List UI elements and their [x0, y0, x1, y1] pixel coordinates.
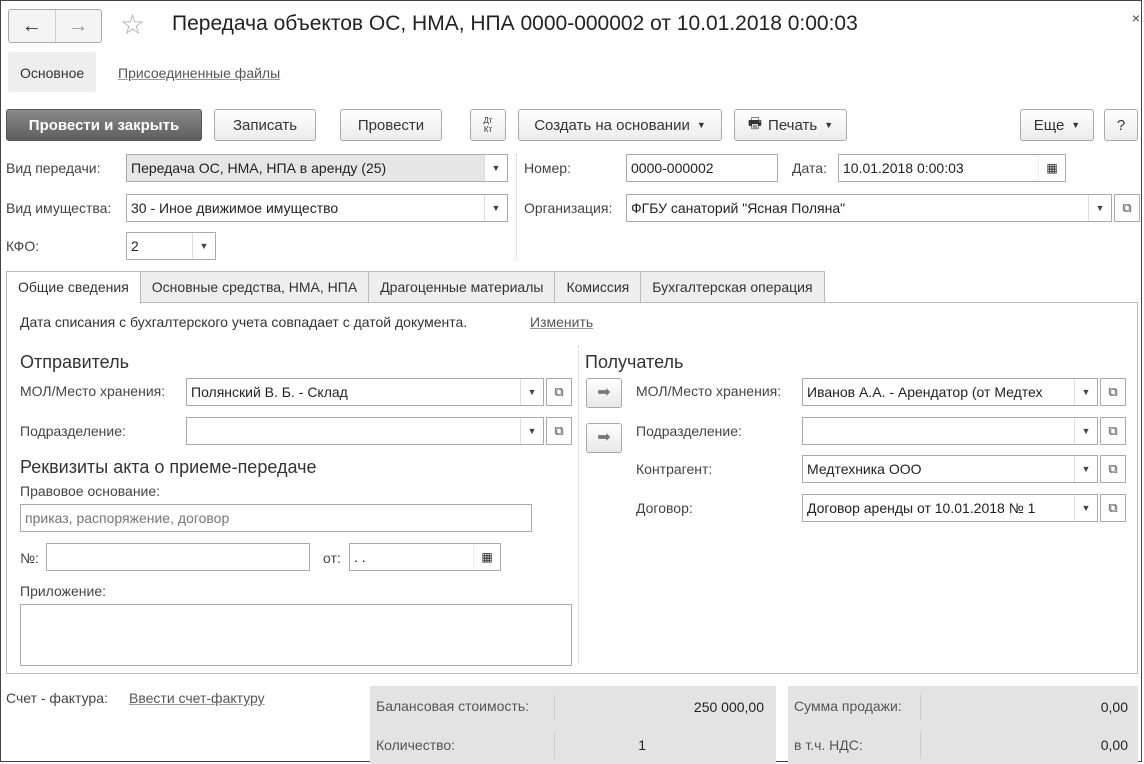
help-button[interactable]: ? [1104, 109, 1138, 141]
chevron-down-icon[interactable]: ▼ [192, 233, 215, 259]
receiver-dept-label: Подразделение: [636, 423, 742, 439]
sender-heading: Отправитель [20, 352, 129, 372]
dtkt-button[interactable]: Дт Кт [470, 109, 506, 141]
tab-fixed-assets[interactable]: Основные средства, НМА, НПА [139, 271, 370, 302]
legal-basis-label: Правовое основание: [20, 483, 161, 499]
sender-dept-field[interactable]: ▼ [186, 417, 544, 445]
sale-amount-value: 0,00 [920, 694, 1136, 720]
invoice-label: Счет - фактура: [6, 690, 108, 706]
arrow-right-icon[interactable]: ➡ [586, 378, 622, 408]
organization-field[interactable]: ФГБУ санаторий "Ясная Поляна" ▼ [626, 194, 1112, 222]
organization-label: Организация: [524, 200, 613, 216]
totals-panel-right: Сумма продажи: 0,00 в т.ч. НДС: 0,00 [788, 686, 1138, 764]
tab-precious-materials[interactable]: Драгоценные материалы [368, 271, 556, 302]
sender-dept-label: Подразделение: [20, 423, 126, 439]
back-arrow-icon[interactable]: ← [9, 10, 55, 42]
counterparty-field[interactable]: Медтехника ООО ▼ [802, 455, 1098, 483]
receiver-mol-label: МОЛ/Место хранения: [636, 383, 782, 399]
totals-panel-left: Балансовая стоимость: 250 000,00 Количес… [370, 686, 776, 764]
open-icon[interactable]: ⧉ [1100, 378, 1126, 406]
number-label: Номер: [524, 160, 571, 176]
counterparty-label: Контрагент: [636, 461, 713, 477]
act-date-field[interactable]: . . ▦ [349, 543, 501, 571]
date-label: Дата: [792, 160, 827, 176]
section-tab-files[interactable]: Присоединенные файлы [106, 52, 292, 92]
writeoff-note: Дата списания с бухгалтерского учета сов… [20, 314, 468, 330]
sale-amount-label: Сумма продажи: [794, 698, 902, 714]
chevron-down-icon[interactable]: ▼ [1074, 418, 1097, 444]
tab-general[interactable]: Общие сведения [6, 271, 141, 304]
legal-basis-input[interactable] [20, 504, 532, 532]
print-button[interactable]: 🖶 Печать ▼ [734, 109, 847, 141]
window-title: Передача объектов ОС, НМА, НПА 0000-0000… [172, 12, 858, 35]
tab-bar: Общие сведения Основные средства, НМА, Н… [6, 271, 825, 304]
chevron-down-icon[interactable]: ▼ [1074, 379, 1097, 405]
act-number-field[interactable] [46, 543, 310, 571]
open-icon[interactable]: ⧉ [1100, 494, 1126, 522]
post-button[interactable]: Провести [340, 109, 442, 141]
open-icon[interactable]: ⧉ [1100, 455, 1126, 483]
property-type-label: Вид имущества: [6, 200, 112, 216]
vat-value: 0,00 [920, 732, 1136, 758]
create-based-on-button[interactable]: Создать на основании ▼ [518, 109, 722, 141]
vat-label: в т.ч. НДС: [794, 737, 863, 753]
balance-label: Балансовая стоимость: [376, 698, 530, 714]
close-icon[interactable]: × [1132, 10, 1140, 26]
quantity-value: 1 [554, 732, 654, 758]
post-and-close-button[interactable]: Провести и закрыть [6, 109, 202, 141]
receiver-dept-field[interactable]: ▼ [802, 417, 1098, 445]
property-type-field[interactable]: 30 - Иное движимое имущество ▼ [126, 194, 508, 222]
open-icon[interactable]: ⧉ [1114, 194, 1140, 222]
from-label: от: [323, 550, 341, 566]
calendar-icon[interactable]: ▦ [473, 544, 500, 570]
chevron-down-icon[interactable]: ▼ [484, 155, 507, 181]
kfo-label: КФО: [6, 238, 40, 254]
transfer-type-label: Вид передачи: [6, 160, 101, 176]
sender-mol-field[interactable]: Полянский В. Б. - Склад ▼ [186, 378, 544, 406]
more-button[interactable]: Еще ▼ [1020, 109, 1094, 141]
sender-mol-label: МОЛ/Место хранения: [20, 383, 166, 399]
header-divider [516, 154, 517, 260]
number-act-label: №: [20, 550, 39, 566]
chevron-down-icon: ▼ [696, 120, 706, 130]
dtkt-icon: Дт Кт [483, 116, 493, 134]
chevron-down-icon[interactable]: ▼ [1074, 495, 1097, 521]
printer-icon: 🖶 [747, 114, 763, 132]
arrow-right-icon[interactable]: ➡ [586, 423, 622, 453]
chevron-down-icon: ▼ [1071, 120, 1081, 130]
forward-arrow-icon[interactable]: → [54, 10, 102, 42]
chevron-down-icon: ▼ [824, 120, 834, 130]
invoice-link[interactable]: Ввести счет-фактуру [129, 690, 265, 706]
contract-label: Договор: [636, 500, 693, 516]
attachment-textarea[interactable] [20, 604, 572, 666]
balance-value: 250 000,00 [554, 694, 772, 720]
chevron-down-icon[interactable]: ▼ [1074, 456, 1097, 482]
chevron-down-icon[interactable]: ▼ [484, 195, 507, 221]
act-heading: Реквизиты акта о приеме-передаче [20, 457, 317, 477]
quantity-label: Количество: [376, 737, 456, 753]
tab-accounting-operation[interactable]: Бухгалтерская операция [640, 271, 825, 302]
contract-field[interactable]: Договор аренды от 10.01.2018 № 1 ▼ [802, 494, 1098, 522]
transfer-type-field[interactable]: Передача ОС, НМА, НПА в аренду (25) ▼ [126, 154, 508, 182]
tab-commission[interactable]: Комиссия [554, 271, 642, 302]
open-icon[interactable]: ⧉ [546, 417, 572, 445]
date-field[interactable]: 10.01.2018 0:00:03 ▦ [838, 154, 1066, 182]
change-link[interactable]: Изменить [530, 314, 593, 330]
section-divider [578, 346, 579, 664]
attachment-label: Приложение: [20, 583, 107, 599]
number-field[interactable]: 0000-000002 [626, 154, 778, 182]
kfo-field[interactable]: 2 ▼ [126, 232, 216, 260]
star-icon[interactable]: ☆ [120, 10, 145, 40]
chevron-down-icon[interactable]: ▼ [1088, 195, 1111, 221]
nav-buttons: ← → [8, 9, 102, 43]
open-icon[interactable]: ⧉ [546, 378, 572, 406]
section-tab-main[interactable]: Основное [8, 52, 97, 92]
save-button[interactable]: Записать [214, 109, 316, 141]
receiver-heading: Получатель [585, 352, 684, 372]
calendar-icon[interactable]: ▦ [1038, 155, 1065, 181]
receiver-mol-field[interactable]: Иванов А.А. - Арендатор (от Медтех ▼ [802, 378, 1098, 406]
chevron-down-icon[interactable]: ▼ [520, 418, 543, 444]
chevron-down-icon[interactable]: ▼ [520, 379, 543, 405]
open-icon[interactable]: ⧉ [1100, 417, 1126, 445]
